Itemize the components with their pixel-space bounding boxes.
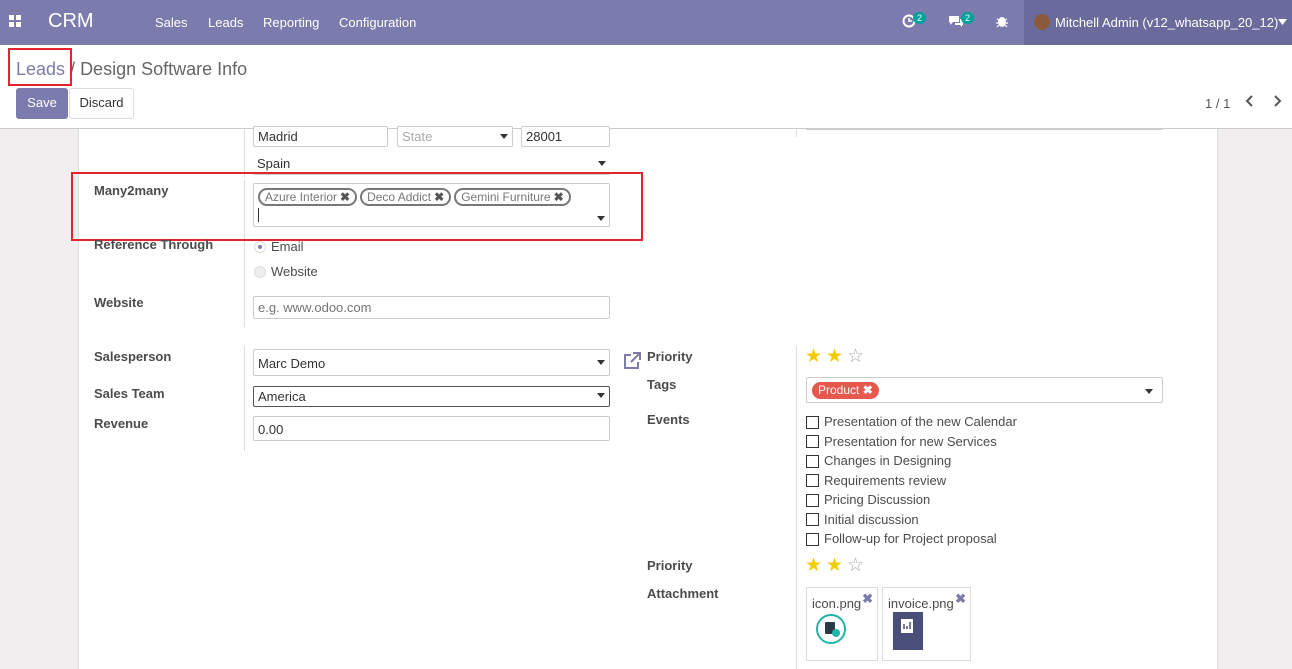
menu-configuration[interactable]: Configuration	[339, 15, 416, 30]
priority-label: Priority	[647, 558, 693, 573]
radio-website[interactable]	[254, 266, 266, 278]
discard-button[interactable]: Discard	[69, 88, 134, 119]
country-value: Spain	[257, 156, 291, 171]
activity-badge: 2	[913, 12, 927, 24]
event-checkbox[interactable]	[806, 455, 819, 468]
event-checkbox[interactable]	[806, 416, 819, 429]
remove-icon[interactable]: ✖	[955, 591, 966, 607]
zip-field[interactable]: 28001	[521, 126, 610, 147]
highlight-box-many2many	[71, 172, 643, 241]
menu-sales[interactable]: Sales	[155, 15, 188, 30]
state-select[interactable]: State	[397, 126, 513, 147]
star-icon[interactable]: ★	[805, 556, 822, 575]
tag-label: Product	[818, 383, 860, 397]
revenue-input[interactable]: 0.00	[253, 416, 610, 441]
star-icon[interactable]: ★	[826, 556, 843, 575]
event-checkbox[interactable]	[806, 494, 819, 507]
salesperson-value: Marc Demo	[258, 356, 326, 371]
sales-team-label: Sales Team	[94, 386, 165, 401]
control-panel: Leads / Design Software Info Save Discar…	[0, 45, 1292, 129]
remove-icon[interactable]: ✖	[862, 591, 873, 607]
star-icon[interactable]: ★	[826, 347, 843, 366]
menu-reporting[interactable]: Reporting	[263, 15, 319, 30]
priority-label: Priority	[647, 349, 693, 364]
event-checkbox[interactable]	[806, 474, 819, 487]
sales-team-select[interactable]: America	[253, 386, 610, 407]
pager-value[interactable]: 1 / 1	[1205, 96, 1230, 111]
image-thumbnail-icon	[816, 614, 846, 644]
tags-field[interactable]: Product ✖	[806, 377, 1163, 403]
radio-email[interactable]	[254, 241, 266, 253]
separator-line	[796, 129, 797, 137]
star-empty-icon[interactable]: ☆	[847, 347, 864, 366]
chevron-down-icon	[500, 134, 508, 139]
menu-leads[interactable]: Leads	[208, 15, 243, 30]
user-menu[interactable]: Mitchell Admin (v12_whatsapp_20_12)	[1024, 0, 1292, 45]
events-label: Events	[647, 412, 690, 427]
tag-chip: Product ✖	[812, 382, 879, 399]
pager-previous-icon[interactable]	[1245, 94, 1255, 112]
event-checkbox[interactable]	[806, 513, 819, 526]
top-navbar: CRM Sales Leads Reporting Configuration …	[0, 0, 1292, 45]
star-empty-icon[interactable]: ☆	[847, 556, 864, 575]
attachment-label: Attachment	[647, 586, 719, 601]
save-button[interactable]: Save	[16, 88, 68, 119]
chevron-down-icon	[597, 393, 605, 398]
event-label[interactable]: Initial discussion	[824, 512, 919, 527]
event-label[interactable]: Presentation for new Services	[824, 434, 997, 449]
tag-remove-icon[interactable]: ✖	[863, 383, 873, 397]
attachment-card[interactable]: invoice.png ✖	[882, 587, 971, 661]
pager-next-icon[interactable]	[1272, 94, 1282, 112]
chevron-down-icon	[598, 161, 606, 166]
separator-line	[244, 346, 245, 451]
separator-line	[244, 129, 245, 177]
attachment-filename: icon.png	[812, 596, 862, 611]
event-label[interactable]: Presentation of the new Calendar	[824, 414, 1017, 429]
state-placeholder: State	[402, 129, 433, 144]
radio-email-label[interactable]: Email	[271, 239, 304, 254]
apps-menu-icon[interactable]	[9, 15, 23, 29]
user-name: Mitchell Admin (v12_whatsapp_20_12)	[1055, 15, 1279, 30]
external-link-icon[interactable]	[623, 352, 641, 370]
event-checkbox[interactable]	[806, 435, 819, 448]
address-right-divider	[806, 129, 1163, 130]
event-label[interactable]: Pricing Discussion	[824, 492, 930, 507]
website-label: Website	[94, 295, 144, 310]
reference-through-label: Reference Through	[94, 237, 214, 252]
event-label[interactable]: Requirements review	[824, 473, 946, 488]
chevron-down-icon	[597, 360, 605, 365]
star-icon[interactable]: ★	[805, 347, 822, 366]
chevron-down-icon	[1145, 389, 1153, 394]
page-title: Design Software Info	[80, 59, 248, 79]
event-label[interactable]: Changes in Designing	[824, 453, 951, 468]
separator-line	[796, 346, 797, 669]
city-field[interactable]: Madrid	[253, 126, 388, 147]
attachment-filename: invoice.png	[888, 596, 954, 611]
revenue-label: Revenue	[94, 416, 149, 431]
salesperson-select[interactable]: Marc Demo	[253, 349, 610, 376]
attachment-card[interactable]: icon.png ✖	[806, 587, 878, 661]
event-checkbox[interactable]	[806, 533, 819, 546]
sales-team-value: America	[258, 389, 306, 404]
radio-website-label[interactable]: Website	[271, 264, 318, 279]
image-thumbnail-icon	[893, 612, 923, 650]
chevron-down-icon	[1278, 19, 1287, 25]
event-label[interactable]: Follow-up for Project proposal	[824, 531, 997, 546]
salesperson-label: Salesperson	[94, 349, 172, 364]
app-brand[interactable]: CRM	[48, 10, 94, 33]
debug-bug-icon[interactable]	[996, 14, 1008, 31]
avatar	[1034, 14, 1050, 30]
tags-label: Tags	[647, 377, 677, 392]
messages-badge: 2	[961, 12, 975, 24]
highlight-box-breadcrumb	[8, 48, 72, 86]
website-input[interactable]	[253, 296, 610, 319]
